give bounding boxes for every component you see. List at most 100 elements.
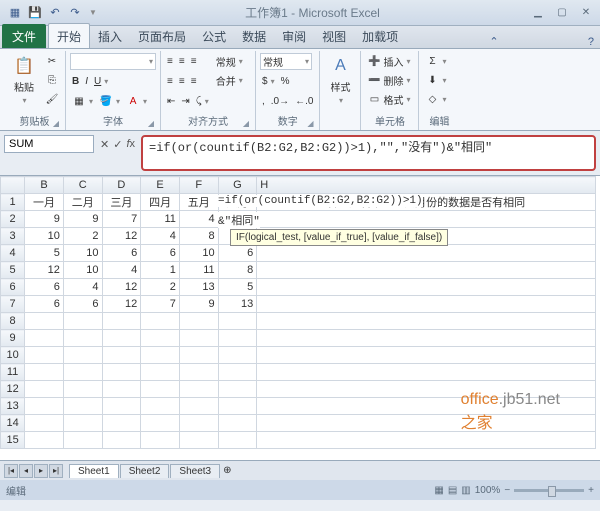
fx-button[interactable]: fx (126, 138, 135, 150)
cell[interactable] (25, 330, 64, 347)
paste-button[interactable]: 📋 粘贴 ▾ (8, 53, 40, 107)
zoom-in-button[interactable]: + (588, 485, 594, 496)
format-painter-button[interactable]: 🖌 (43, 91, 61, 108)
cell[interactable] (25, 398, 64, 415)
cell[interactable]: 5 (218, 279, 257, 296)
cell[interactable] (257, 381, 596, 398)
cell[interactable]: 2 (63, 228, 102, 245)
undo-icon[interactable]: ↶ (48, 6, 62, 20)
cell[interactable] (218, 330, 257, 347)
cell[interactable]: 4 (179, 211, 218, 228)
row-header-15[interactable]: 15 (1, 432, 25, 449)
tab-加载项[interactable]: 加载项 (354, 24, 406, 48)
cell-header[interactable]: 五月 (179, 194, 218, 211)
cell[interactable]: 2 (141, 279, 180, 296)
cell[interactable] (257, 245, 596, 262)
minimize-button[interactable]: ▁ (528, 7, 548, 18)
cell[interactable]: 4 (141, 228, 180, 245)
cell[interactable] (257, 313, 596, 330)
delete-cells-button[interactable]: ➖删除▾ (365, 72, 412, 89)
cell[interactable] (63, 364, 102, 381)
cell[interactable]: 10 (25, 228, 64, 245)
cell[interactable] (257, 262, 596, 279)
tab-审阅[interactable]: 审阅 (274, 24, 314, 48)
cell[interactable] (218, 415, 257, 432)
zoom-level[interactable]: 100% (475, 485, 501, 496)
copy-button[interactable]: ⎘ (43, 72, 61, 89)
cell[interactable] (179, 415, 218, 432)
styles-button[interactable]: А 样式 ▾ (324, 53, 356, 107)
row-header-14[interactable]: 14 (1, 415, 25, 432)
comma-button[interactable]: , (260, 93, 267, 110)
cell[interactable] (257, 330, 596, 347)
col-header-H[interactable]: H (257, 177, 596, 194)
row-header-5[interactable]: 5 (1, 262, 25, 279)
tab-数据[interactable]: 数据 (234, 24, 274, 48)
view-pagebreak-button[interactable]: ▥ (461, 485, 470, 496)
cell[interactable] (102, 364, 141, 381)
cell[interactable] (141, 398, 180, 415)
cell[interactable] (257, 398, 596, 415)
col-header-D[interactable]: D (102, 177, 141, 194)
cell[interactable] (63, 381, 102, 398)
save-icon[interactable]: 💾 (28, 6, 42, 20)
cell[interactable] (141, 432, 180, 449)
cell[interactable] (179, 347, 218, 364)
cell[interactable] (63, 347, 102, 364)
row-header-6[interactable]: 6 (1, 279, 25, 296)
format-cells-button[interactable]: ▭格式▾ (365, 91, 412, 108)
cell[interactable]: 4 (102, 262, 141, 279)
row-header-7[interactable]: 7 (1, 296, 25, 313)
cell[interactable]: 13 (179, 279, 218, 296)
row-header-9[interactable]: 9 (1, 330, 25, 347)
cell[interactable] (179, 398, 218, 415)
align-top-button[interactable]: ≡ (165, 53, 175, 70)
cell[interactable] (218, 364, 257, 381)
indent-decrease-button[interactable]: ⇤ (165, 93, 177, 110)
bold-button[interactable]: B (70, 73, 81, 90)
tab-插入[interactable]: 插入 (90, 24, 130, 48)
cell-header[interactable]: 三月 (102, 194, 141, 211)
zoom-slider[interactable] (514, 489, 584, 492)
col-header-E[interactable]: E (141, 177, 180, 194)
sheet-tab-Sheet1[interactable]: Sheet1 (69, 464, 119, 478)
fill-button[interactable]: ⬇▾ (423, 72, 448, 89)
cell[interactable] (141, 415, 180, 432)
cell[interactable] (179, 313, 218, 330)
cell[interactable] (63, 330, 102, 347)
qat-dropdown-icon[interactable]: ▼ (89, 8, 97, 17)
tab-开始[interactable]: 开始 (48, 23, 90, 48)
cell[interactable]: 10 (63, 262, 102, 279)
col-header-G[interactable]: G (218, 177, 257, 194)
wrap-text-button[interactable]: 常规▾ (214, 53, 245, 70)
number-format-select[interactable]: 常规▾ (260, 53, 312, 70)
row-header-2[interactable]: 2 (1, 211, 25, 228)
cell[interactable] (141, 381, 180, 398)
cell[interactable]: 6 (63, 296, 102, 313)
tab-视图[interactable]: 视图 (314, 24, 354, 48)
cell[interactable]: 9 (179, 296, 218, 313)
cell[interactable] (102, 415, 141, 432)
cancel-formula-button[interactable]: ✕ (100, 138, 109, 151)
fill-color-button[interactable]: 🪣▾ (97, 93, 122, 110)
tab-公式[interactable]: 公式 (194, 24, 234, 48)
cell[interactable] (179, 432, 218, 449)
cell[interactable] (218, 347, 257, 364)
worksheet-grid[interactable]: BCDEFGH1一月二月三月四月五月六月各个姓名下一到六月份的数据是否有相同29… (0, 176, 600, 460)
cell[interactable] (25, 432, 64, 449)
insert-cells-button[interactable]: ➕插入▾ (365, 53, 412, 70)
cell[interactable] (218, 432, 257, 449)
cell[interactable]: 6 (218, 245, 257, 262)
cell[interactable] (63, 415, 102, 432)
cell[interactable]: 11 (141, 211, 180, 228)
cell[interactable] (257, 296, 596, 313)
cell[interactable]: 9 (63, 211, 102, 228)
increase-decimal-button[interactable]: .0→ (269, 93, 291, 110)
view-normal-button[interactable]: ▦ (434, 485, 443, 496)
col-header-B[interactable]: B (25, 177, 64, 194)
cell[interactable]: 6 (25, 279, 64, 296)
last-sheet-button[interactable]: ▸| (49, 464, 63, 478)
accept-formula-button[interactable]: ✓ (113, 138, 122, 151)
sheet-tab-Sheet3[interactable]: Sheet3 (170, 464, 220, 478)
cell[interactable]: 6 (25, 296, 64, 313)
